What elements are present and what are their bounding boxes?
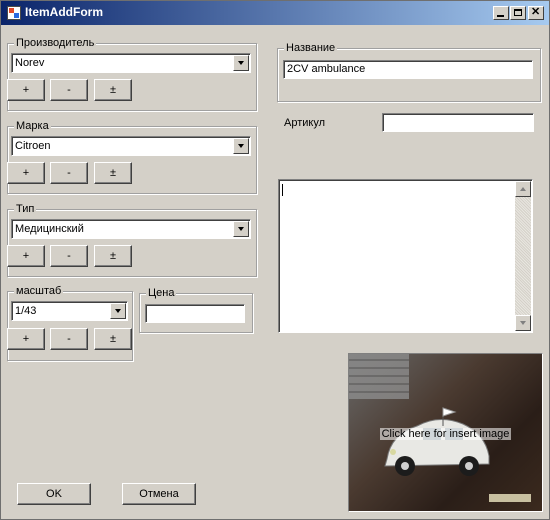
price-legend: Цена (146, 286, 177, 300)
title-bar[interactable]: ItemAddForm ✕ (1, 1, 549, 25)
type-add-button[interactable]: + (7, 245, 45, 267)
chevron-down-icon[interactable] (110, 303, 126, 319)
manufacturer-value: Norev (15, 57, 45, 69)
scale-value: 1/43 (15, 305, 37, 317)
item-add-form-window: ItemAddForm ✕ Производитель Norev + - ± … (0, 0, 550, 520)
manufacturer-edit-button[interactable]: ± (94, 79, 132, 101)
scale-edit-button[interactable]: ± (94, 328, 132, 350)
app-icon (7, 6, 21, 20)
name-legend: Название (284, 41, 338, 55)
type-select[interactable]: Медицинский (11, 219, 251, 239)
scale-remove-button[interactable]: - (50, 328, 88, 350)
scroll-down-icon[interactable] (515, 315, 531, 331)
item-image[interactable]: Click here for insert image (348, 353, 543, 512)
maximize-button[interactable] (510, 6, 526, 20)
minimize-button[interactable] (493, 6, 509, 20)
article-input[interactable] (382, 113, 534, 132)
display-plate (489, 494, 531, 502)
brand-add-button[interactable]: + (7, 162, 45, 184)
maximize-icon (514, 9, 522, 16)
manufacturer-remove-button[interactable]: - (50, 79, 88, 101)
brand-value: Citroen (15, 140, 51, 152)
type-legend: Тип (14, 202, 37, 216)
manufacturer-legend: Производитель (14, 36, 97, 50)
window-title: ItemAddForm (25, 5, 103, 19)
insert-image-hint: Click here for insert image (379, 428, 512, 440)
minimize-icon (497, 15, 504, 17)
price-input[interactable] (145, 304, 245, 323)
scale-add-button[interactable]: + (7, 328, 45, 350)
type-edit-button[interactable]: ± (94, 245, 132, 267)
manufacturer-select[interactable]: Norev (11, 53, 251, 73)
type-remove-button[interactable]: - (50, 245, 88, 267)
brand-edit-button[interactable]: ± (94, 162, 132, 184)
cancel-button[interactable]: Отмена (122, 483, 196, 505)
text-caret (282, 184, 283, 196)
close-icon: ✕ (531, 6, 541, 18)
scroll-up-icon[interactable] (515, 181, 531, 197)
brand-remove-button[interactable]: - (50, 162, 88, 184)
name-input[interactable]: 2CV ambulance (283, 60, 533, 79)
ok-button[interactable]: OK (17, 483, 91, 505)
chevron-down-icon[interactable] (233, 221, 249, 237)
scale-select[interactable]: 1/43 (11, 301, 128, 321)
close-button[interactable]: ✕ (528, 6, 544, 20)
stone-wall-area (349, 354, 409, 399)
article-label: Артикул (284, 117, 326, 129)
type-value: Медицинский (15, 223, 84, 235)
description-textarea[interactable] (278, 179, 533, 333)
chevron-down-icon[interactable] (233, 138, 249, 154)
chevron-down-icon[interactable] (233, 55, 249, 71)
brand-select[interactable]: Citroen (11, 136, 251, 156)
brand-legend: Марка (14, 119, 51, 133)
manufacturer-add-button[interactable]: + (7, 79, 45, 101)
scale-legend: масштаб (14, 284, 64, 298)
car-photo (384, 407, 490, 476)
description-scrollbar[interactable] (515, 181, 531, 331)
